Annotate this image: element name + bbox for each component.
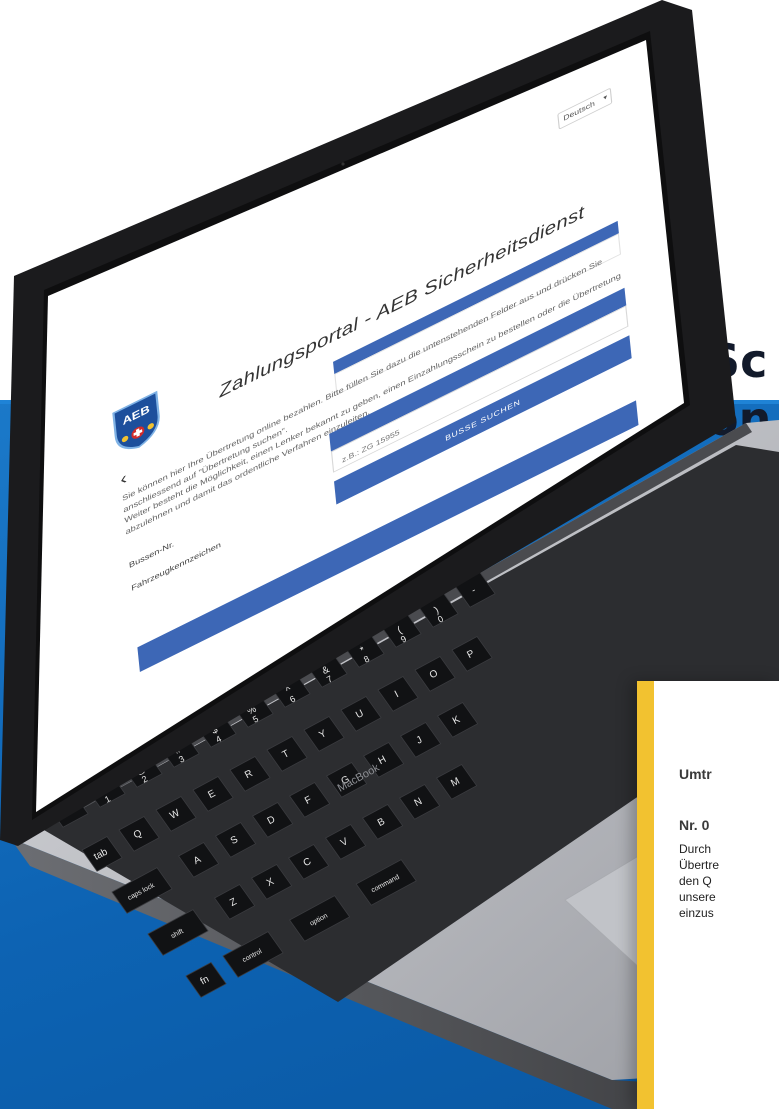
camera-icon <box>341 162 345 166</box>
card-text-line: Übertre <box>679 858 720 872</box>
card-text-line: unsere <box>679 890 716 904</box>
card-heading: Umtr <box>679 766 712 782</box>
document-card: Umtr Nr. 0 Durch Übertre den Q unsere ei… <box>637 681 779 1109</box>
card-text-line: einzus <box>679 906 714 920</box>
chevron-down-icon: ▾ <box>603 93 608 103</box>
back-chevron-icon[interactable]: ‹ <box>119 468 127 490</box>
label-license-plate: Fahrzeugkennzeichen <box>130 539 222 593</box>
card-number: Nr. 0 <box>679 817 710 833</box>
language-select-value: Deutsch <box>562 99 596 123</box>
card-text: Durch Übertre den Q unsere einzus <box>679 841 779 921</box>
card-text-line: den Q <box>679 874 712 888</box>
card-text-line: Durch <box>679 842 712 856</box>
card-accent-stripe <box>637 681 654 1109</box>
aeb-logo: AEB <box>112 390 160 450</box>
